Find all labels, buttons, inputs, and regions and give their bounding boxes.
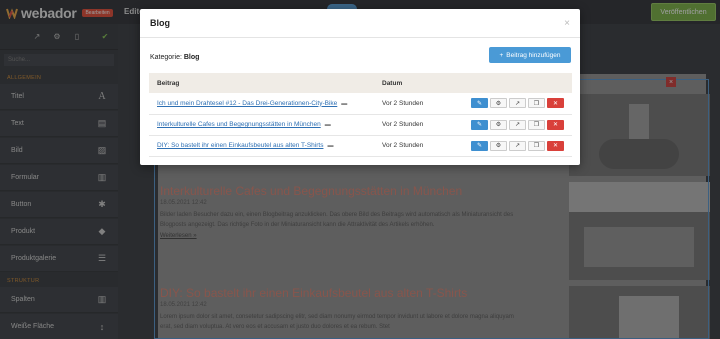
blog-modal: Blog × Kategorie: Blog + Beitrag hinzufü… bbox=[140, 9, 580, 165]
category-label: Kategorie: bbox=[150, 54, 182, 61]
post-date-cell: Vor 2 Stunden bbox=[382, 121, 424, 128]
table-row: Interkulturelle Cafes und Begegnungsstät… bbox=[149, 114, 572, 135]
copy-icon[interactable]: ❐ bbox=[528, 140, 545, 151]
post-link[interactable]: Ich und mein Drahtesel #12 - Das Drei-Ge… bbox=[157, 100, 337, 107]
external-link-icon[interactable]: ↗ bbox=[509, 140, 526, 151]
comment-icon: ▬ bbox=[327, 143, 334, 149]
edit-icon[interactable]: ✎ bbox=[471, 140, 488, 151]
plus-icon: + bbox=[499, 51, 504, 59]
row-actions: ✎ ⚙ ↗ ❐ ✕ bbox=[468, 98, 572, 109]
modal-header: Blog × bbox=[140, 9, 580, 38]
column-header-actions bbox=[460, 73, 572, 93]
delete-icon[interactable]: ✕ bbox=[547, 98, 564, 109]
table-header-row: Beitrag Datum bbox=[149, 73, 572, 93]
column-header-post: Beitrag bbox=[157, 79, 180, 87]
delete-icon[interactable]: ✕ bbox=[547, 140, 564, 151]
post-date-cell: Vor 2 Stunden bbox=[382, 99, 424, 107]
delete-icon[interactable]: ✕ bbox=[547, 119, 564, 130]
close-icon[interactable]: × bbox=[564, 18, 570, 29]
row-actions: ✎ ⚙ ↗ ❐ ✕ bbox=[468, 140, 572, 151]
edit-icon[interactable]: ✎ bbox=[471, 98, 488, 109]
external-link-icon[interactable]: ↗ bbox=[509, 119, 526, 130]
post-link[interactable]: DIY: So bastelt ihr einen Einkaufsbeutel… bbox=[157, 142, 323, 149]
add-post-label: Beitrag hinzufügen bbox=[506, 51, 561, 59]
copy-icon[interactable]: ❐ bbox=[528, 119, 545, 130]
copy-icon[interactable]: ❐ bbox=[528, 98, 545, 109]
category-row: Kategorie: Blog bbox=[150, 54, 199, 61]
edit-icon[interactable]: ✎ bbox=[471, 119, 488, 130]
external-link-icon[interactable]: ↗ bbox=[509, 98, 526, 109]
row-actions: ✎ ⚙ ↗ ❐ ✕ bbox=[468, 119, 572, 130]
settings-icon[interactable]: ⚙ bbox=[490, 119, 507, 130]
settings-icon[interactable]: ⚙ bbox=[490, 140, 507, 151]
category-value: Blog bbox=[183, 54, 200, 61]
settings-icon[interactable]: ⚙ bbox=[490, 98, 507, 109]
column-header-date: Datum bbox=[382, 79, 403, 87]
post-date-cell: Vor 2 Stunden bbox=[382, 142, 424, 149]
add-post-button[interactable]: + Beitrag hinzufügen bbox=[489, 47, 571, 63]
modal-title: Blog bbox=[150, 18, 170, 28]
post-link[interactable]: Interkulturelle Cafes und Begegnungsstät… bbox=[157, 121, 321, 128]
posts-table: Beitrag Datum Ich und mein Drahtesel #12… bbox=[149, 73, 572, 157]
table-row: DIY: So bastelt ihr einen Einkaufsbeutel… bbox=[149, 135, 572, 156]
comment-icon: ▬ bbox=[341, 100, 348, 107]
comment-icon: ▬ bbox=[324, 122, 331, 128]
table-row: Ich und mein Drahtesel #12 - Das Drei-Ge… bbox=[149, 93, 572, 114]
